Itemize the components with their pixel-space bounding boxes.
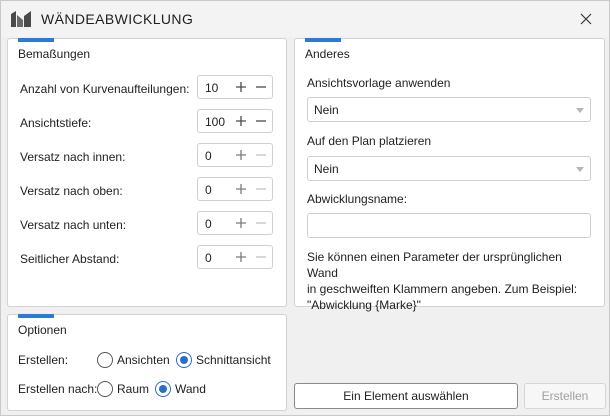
curve-divisions-stepper: 10 bbox=[197, 75, 273, 99]
create-button[interactable]: Erstellen bbox=[524, 383, 606, 409]
chevron-down-icon bbox=[576, 108, 584, 113]
view-template-select[interactable]: Nein bbox=[307, 97, 591, 122]
minus-icon bbox=[256, 86, 266, 88]
offset-top-plus-button[interactable] bbox=[231, 179, 251, 199]
info-line: "Abwicklung {Marke}" bbox=[307, 298, 421, 312]
dimensions-title: Bemaßungen bbox=[18, 47, 91, 61]
info-text: Sie können einen Parameter der ursprüngl… bbox=[307, 249, 591, 313]
side-distance-stepper: 0 bbox=[197, 245, 273, 269]
offset-inside-label: Versatz nach innen: bbox=[20, 150, 126, 164]
group-accent bbox=[18, 38, 54, 42]
radio-views[interactable]: Ansichten bbox=[97, 352, 170, 368]
options-group: Optionen Erstellen: Ansichten Schnittans… bbox=[7, 314, 287, 411]
plus-icon bbox=[236, 150, 246, 160]
close-button[interactable] bbox=[573, 7, 599, 31]
offset-bottom-value[interactable]: 0 bbox=[205, 217, 212, 231]
radio-circle bbox=[97, 352, 113, 368]
plus-icon bbox=[236, 218, 246, 228]
group-accent bbox=[18, 314, 54, 318]
view-template-label: Ansichtsvorlage anwenden bbox=[307, 76, 451, 90]
radio-section-view-label: Schnittansicht bbox=[196, 353, 271, 367]
side-distance-plus-button[interactable] bbox=[231, 247, 251, 267]
view-template-value: Nein bbox=[314, 103, 339, 117]
offset-inside-value[interactable]: 0 bbox=[205, 149, 212, 163]
offset-top-label: Versatz nach oben: bbox=[20, 184, 123, 198]
view-depth-stepper: 100 bbox=[197, 109, 273, 133]
view-depth-minus-button[interactable] bbox=[251, 111, 271, 131]
dimensions-group: Bemaßungen Anzahl von Kurvenaufteilungen… bbox=[7, 38, 287, 307]
curve-divisions-plus-button[interactable] bbox=[231, 77, 251, 97]
side-distance-minus-button[interactable] bbox=[251, 247, 271, 267]
chevron-down-icon bbox=[576, 167, 584, 172]
window-title: WÄNDEABWICKLUNG bbox=[41, 11, 194, 27]
create-by-label: Erstellen nach: bbox=[18, 382, 98, 396]
offset-bottom-label: Versatz nach unten: bbox=[20, 218, 127, 232]
plus-icon bbox=[236, 82, 246, 92]
side-distance-value[interactable]: 0 bbox=[205, 251, 212, 265]
view-depth-plus-button[interactable] bbox=[231, 111, 251, 131]
offset-inside-plus-button[interactable] bbox=[231, 145, 251, 165]
options-title: Optionen bbox=[18, 323, 67, 337]
radio-wall-label: Wand bbox=[175, 382, 206, 396]
offset-bottom-plus-button[interactable] bbox=[231, 213, 251, 233]
view-depth-value[interactable]: 100 bbox=[205, 115, 225, 129]
other-title: Anderes bbox=[305, 47, 350, 61]
plus-icon bbox=[236, 252, 246, 262]
title-bar: WÄNDEABWICKLUNG bbox=[1, 1, 609, 37]
radio-circle bbox=[155, 381, 171, 397]
radio-room[interactable]: Raum bbox=[97, 381, 149, 397]
offset-inside-minus-button[interactable] bbox=[251, 145, 271, 165]
view-depth-label: Ansichtstiefe: bbox=[20, 116, 92, 130]
minus-icon bbox=[256, 154, 266, 156]
offset-bottom-stepper: 0 bbox=[197, 211, 273, 235]
offset-inside-stepper: 0 bbox=[197, 143, 273, 167]
radio-circle bbox=[97, 381, 113, 397]
other-group: Anderes Ansichtsvorlage anwenden Nein Au… bbox=[294, 38, 605, 312]
radio-circle bbox=[176, 352, 192, 368]
minus-icon bbox=[256, 222, 266, 224]
side-distance-label: Seitlicher Abstand: bbox=[20, 252, 120, 266]
info-line: in geschweiften Klammern angeben. Zum Be… bbox=[307, 282, 578, 296]
offset-bottom-minus-button[interactable] bbox=[251, 213, 271, 233]
radio-section-view[interactable]: Schnittansicht bbox=[176, 352, 271, 368]
curve-divisions-label: Anzahl von Kurvenaufteilungen: bbox=[20, 82, 190, 96]
radio-room-label: Raum bbox=[117, 382, 150, 396]
close-icon bbox=[580, 13, 592, 25]
minus-icon bbox=[256, 188, 266, 190]
place-on-sheet-value: Nein bbox=[314, 162, 339, 176]
app-logo-icon bbox=[11, 11, 31, 27]
minus-icon bbox=[256, 256, 266, 258]
create-label: Erstellen: bbox=[18, 353, 69, 367]
select-element-button[interactable]: Ein Element auswählen bbox=[294, 383, 518, 409]
plus-icon bbox=[236, 116, 246, 126]
offset-top-value[interactable]: 0 bbox=[205, 183, 212, 197]
info-line: Sie können einen Parameter der ursprüngl… bbox=[307, 250, 562, 280]
place-on-sheet-select[interactable]: Nein bbox=[307, 156, 591, 181]
dialog-window: WÄNDEABWICKLUNG Bemaßungen Anzahl von Ku… bbox=[0, 0, 610, 416]
unfold-name-input[interactable] bbox=[307, 213, 591, 238]
curve-divisions-minus-button[interactable] bbox=[251, 77, 271, 97]
place-on-sheet-label: Auf den Plan platzieren bbox=[307, 134, 432, 148]
radio-views-label: Ansichten bbox=[117, 353, 170, 367]
offset-top-stepper: 0 bbox=[197, 177, 273, 201]
minus-icon bbox=[256, 120, 266, 122]
curve-divisions-value[interactable]: 10 bbox=[205, 81, 218, 95]
radio-wall[interactable]: Wand bbox=[155, 381, 206, 397]
group-accent bbox=[305, 38, 341, 42]
plus-icon bbox=[236, 184, 246, 194]
offset-top-minus-button[interactable] bbox=[251, 179, 271, 199]
unfold-name-label: Abwicklungsname: bbox=[307, 192, 408, 206]
